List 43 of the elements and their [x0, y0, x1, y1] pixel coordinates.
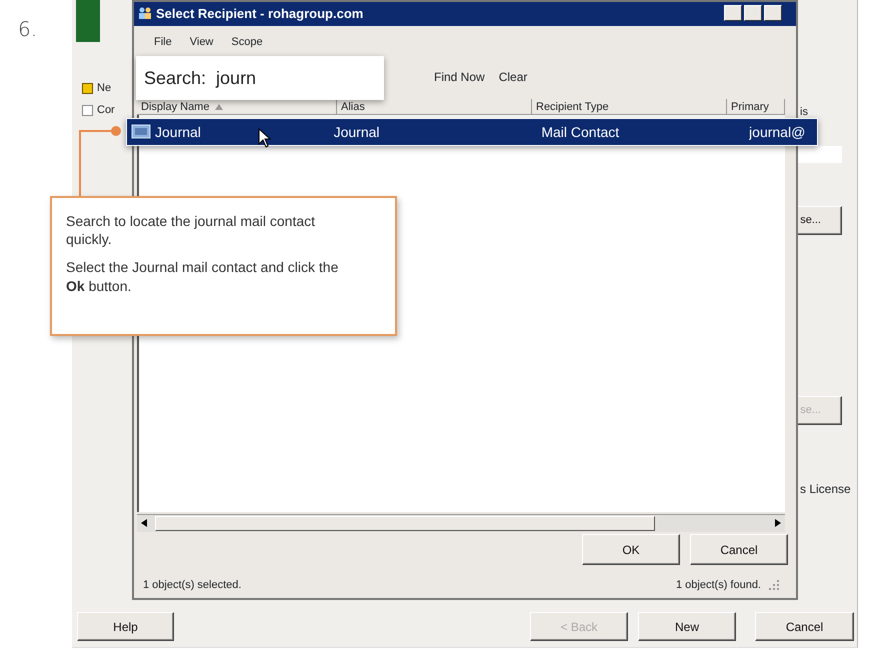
step-number: 6.: [18, 16, 38, 43]
menu-item[interactable]: Scope: [231, 34, 263, 50]
menu-item[interactable]: File: [154, 34, 172, 50]
result-row[interactable]: Journal Journal Mail Contact journal@: [126, 118, 818, 146]
search-label: Search:: [144, 66, 206, 90]
dialog-button[interactable]: OK: [582, 534, 680, 565]
label-text: is: [800, 105, 808, 120]
scroll-left-icon[interactable]: [141, 519, 147, 527]
dialog-button[interactable]: Cancel: [690, 534, 788, 565]
search-field[interactable]: Search: journ: [136, 56, 384, 100]
checkbox-label: Cor: [97, 103, 115, 118]
checkbox[interactable]: [82, 82, 93, 94]
checkbox-label: Ne: [97, 81, 112, 96]
column-header[interactable]: Primary: [727, 99, 785, 115]
callout-text: Select the Journal mail contact and click the Ok button.: [66, 258, 340, 295]
license-label: s License: [800, 481, 851, 498]
scroll-right-icon[interactable]: [775, 519, 781, 527]
maximize-button[interactable]: [744, 5, 762, 21]
search-value: journ: [216, 66, 256, 90]
menu-item[interactable]: View: [190, 34, 214, 50]
scrollbar-thumb[interactable]: [155, 516, 655, 531]
table-cell: Mail Contact: [541, 124, 620, 140]
footer-button[interactable]: New: [638, 612, 736, 641]
logo-icon: [76, 0, 100, 42]
status-text: 1 object(s) found.: [676, 578, 761, 593]
search-button[interactable]: Clear: [498, 68, 528, 86]
people-icon: [138, 7, 152, 19]
close-button[interactable]: [764, 5, 782, 21]
footer-button[interactable]: Help: [77, 612, 174, 641]
checkbox[interactable]: [82, 104, 93, 116]
minimize-button[interactable]: [724, 5, 742, 21]
table-cell: Journal: [334, 124, 380, 140]
callout-text: Search to locate the journal mail contact quickly.: [66, 212, 316, 248]
table-cell: journal@: [749, 124, 806, 140]
search-button[interactable]: Find Now: [434, 68, 485, 86]
table-cell: Journal: [155, 124, 201, 140]
resize-grip-icon: [769, 580, 779, 590]
footer-button[interactable]: Cancel: [755, 612, 854, 641]
status-text: 1 object(s) selected.: [143, 578, 242, 593]
mouse-cursor-icon: [258, 128, 272, 148]
horizontal-scrollbar[interactable]: [137, 514, 785, 532]
column-header[interactable]: Recipient Type: [532, 99, 727, 115]
window-title: Select Recipient - rohagroup.com: [156, 5, 364, 24]
